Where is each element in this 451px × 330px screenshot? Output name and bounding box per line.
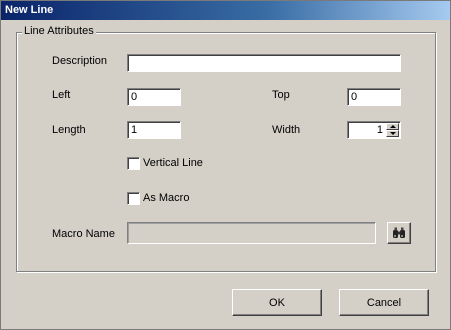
width-label: Width [272,124,301,136]
left-input[interactable] [127,88,181,106]
width-spinner[interactable]: 1 [347,121,401,139]
as-macro-label[interactable]: As Macro [143,192,189,204]
arrow-up-icon [390,125,396,128]
cancel-button[interactable]: Cancel [339,289,429,316]
width-spin-buttons [386,123,399,137]
length-label: Length [52,124,86,136]
as-macro-checkbox[interactable] [127,192,140,205]
vertical-line-label[interactable]: Vertical Line [143,157,203,169]
spin-down-button[interactable] [386,130,399,137]
macro-name-input[interactable] [127,222,376,244]
group-label: Line Attributes [22,25,96,37]
arrow-down-icon [390,132,396,135]
ok-button[interactable]: OK [232,289,322,316]
title-bar: New Line [1,1,450,20]
width-value[interactable]: 1 [377,122,383,138]
length-input[interactable] [127,121,181,139]
description-label: Description [52,55,108,67]
spin-up-button[interactable] [386,123,399,130]
window-title: New Line [5,4,54,16]
description-input[interactable] [127,54,401,72]
top-label: Top [272,89,290,101]
macro-name-label: Macro Name [52,228,115,240]
browse-macro-button[interactable] [387,222,411,244]
vertical-line-checkbox[interactable] [127,157,140,170]
left-label: Left [52,89,71,101]
top-input[interactable] [347,88,401,106]
binoculars-icon [393,227,405,238]
